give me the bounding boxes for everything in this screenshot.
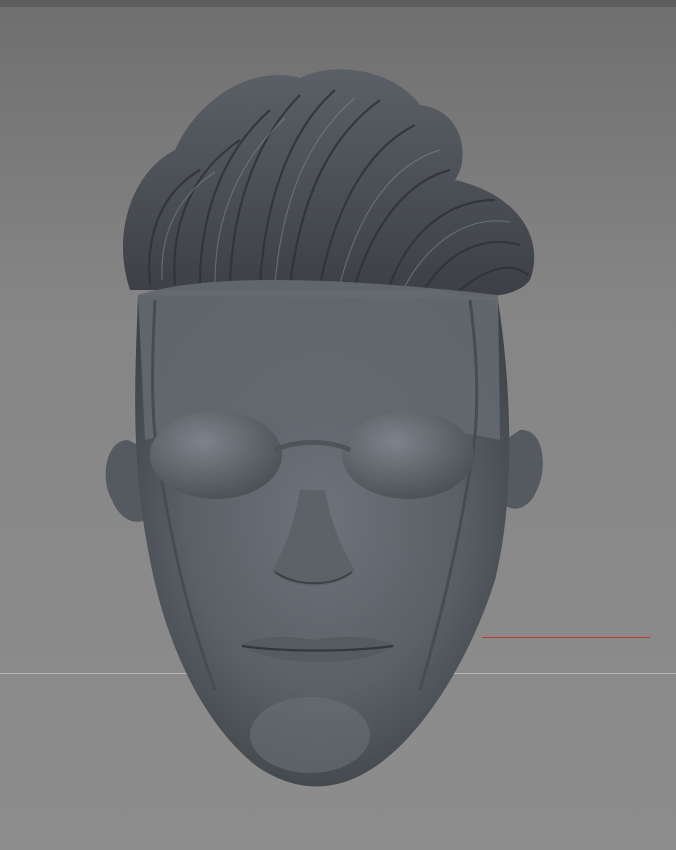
hair-group xyxy=(122,69,535,297)
sculpted-head-model-icon[interactable] xyxy=(0,0,676,850)
3d-viewport[interactable] xyxy=(0,0,676,850)
